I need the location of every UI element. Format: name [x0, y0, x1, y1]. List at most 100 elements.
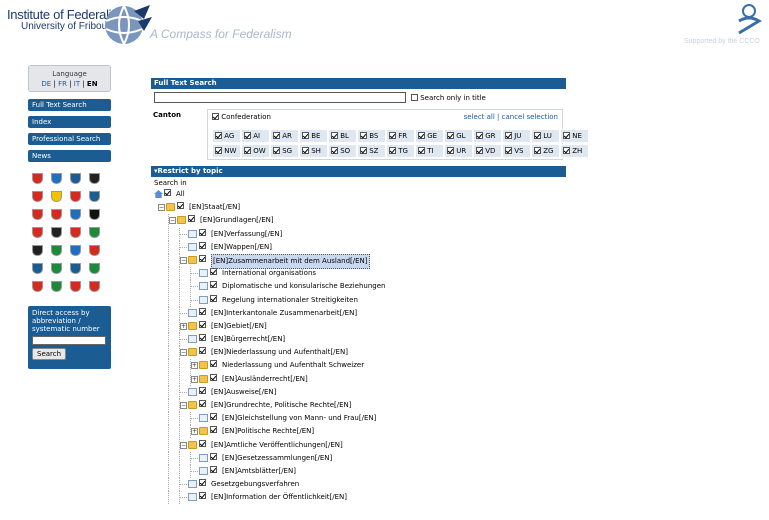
canton-checkbox[interactable]	[215, 147, 222, 154]
tree-node[interactable]: Diplomatische und konsularische Beziehun…	[151, 280, 566, 294]
canton-flag-icon[interactable]	[70, 227, 81, 238]
canton-flag-icon[interactable]	[51, 173, 62, 184]
tree-node[interactable]: [EN]Verfassung[/EN]	[151, 227, 566, 241]
canton-option-vd[interactable]: VD	[473, 144, 502, 158]
canton-checkbox[interactable]	[244, 147, 251, 154]
tree-node-label[interactable]: [EN]Politische Rechte[/EN]	[222, 425, 314, 438]
canton-flag-icon[interactable]	[51, 281, 62, 292]
tree-node[interactable]: [EN]Interkantonale Zusammenarbeit[/EN]	[151, 306, 566, 320]
canton-option-fr[interactable]: FR	[386, 129, 415, 143]
canton-checkbox[interactable]	[215, 132, 222, 139]
canton-checkbox[interactable]	[563, 147, 570, 154]
canton-flag-icon[interactable]	[32, 209, 43, 220]
canton-checkbox[interactable]	[505, 147, 512, 154]
tree-node-label[interactable]: Niederlassung und Aufenthalt Schweizer	[222, 359, 364, 372]
lang-en-link[interactable]: EN	[87, 80, 98, 88]
canton-option-ti[interactable]: TI	[415, 144, 444, 158]
canton-checkbox[interactable]	[447, 132, 454, 139]
collapse-toggle-icon[interactable]: −	[180, 402, 187, 409]
collapse-toggle-icon[interactable]: −	[158, 204, 165, 212]
tree-node-checkbox[interactable]	[188, 215, 195, 223]
canton-flag-icon[interactable]	[89, 263, 100, 274]
title-only-checkbox[interactable]	[411, 94, 418, 101]
tree-node-checkbox[interactable]	[199, 439, 206, 447]
canton-option-nw[interactable]: NW	[212, 144, 241, 158]
canton-option-ur[interactable]: UR	[444, 144, 473, 158]
lang-fr-link[interactable]: FR	[58, 80, 67, 88]
canton-checkbox[interactable]	[476, 132, 483, 139]
canton-checkbox[interactable]	[418, 147, 425, 154]
nav-index[interactable]: Index	[28, 116, 111, 128]
tree-node-label[interactable]: Gesetzgebungsverfahren	[211, 478, 299, 491]
canton-checkbox[interactable]	[447, 147, 454, 154]
tree-node-checkbox[interactable]	[210, 268, 217, 276]
tree-node[interactable]: [EN]Information der Öffentlichkeit[/EN]	[151, 491, 566, 505]
canton-flag-icon[interactable]	[51, 263, 62, 274]
tree-node-checkbox[interactable]	[177, 202, 184, 210]
canton-option-zg[interactable]: ZG	[531, 144, 560, 158]
canton-flag-icon[interactable]	[89, 281, 100, 292]
nav-professional-search[interactable]: Professional Search	[28, 133, 111, 145]
tree-node-label[interactable]: Diplomatische und konsularische Beziehun…	[222, 280, 385, 293]
canton-flag-icon[interactable]	[70, 245, 81, 256]
canton-flag-icon[interactable]	[51, 245, 62, 256]
tree-node-checkbox[interactable]	[199, 492, 206, 500]
canton-option-sz[interactable]: SZ	[357, 144, 386, 158]
tree-node-checkbox[interactable]	[199, 228, 206, 236]
canton-flag-icon[interactable]	[32, 263, 43, 274]
tree-node-label[interactable]: [EN]Niederlassung und Aufenthalt[/EN]	[211, 346, 348, 359]
nav-full-text-search[interactable]: Full Text Search	[28, 99, 111, 111]
canton-flag-icon[interactable]	[70, 191, 81, 202]
canton-option-ge[interactable]: GE	[415, 129, 444, 143]
tree-node-label[interactable]: [EN]Wappen[/EN]	[211, 241, 272, 254]
tree-node[interactable]: − [EN]Staat[/EN]	[151, 201, 566, 214]
tree-node-checkbox[interactable]	[199, 254, 206, 262]
tree-node-checkbox[interactable]	[210, 294, 217, 302]
tree-node[interactable]: Regelung internationaler Streitigkeiten	[151, 293, 566, 307]
tree-node-label[interactable]: [EN]Ausweise[/EN]	[211, 386, 276, 399]
tree-node-checkbox[interactable]	[210, 281, 217, 289]
tree-node[interactable]: − [EN]Zusammenarbeit mit dem Ausland[/EN]	[151, 253, 566, 269]
canton-checkbox[interactable]	[476, 147, 483, 154]
lang-de-link[interactable]: DE	[41, 80, 51, 88]
canton-option-so[interactable]: SO	[328, 144, 357, 158]
direct-search-button[interactable]: Search	[32, 348, 67, 360]
tree-node[interactable]: − [EN]Grundlagen[/EN]	[151, 214, 566, 228]
canton-checkbox[interactable]	[244, 132, 251, 139]
confederation-checkbox[interactable]	[212, 113, 219, 120]
canton-flag-icon[interactable]	[89, 191, 100, 202]
restrict-topic-bar[interactable]: ▾Restrict by topic	[151, 166, 566, 177]
tree-node-label[interactable]: [EN]Gleichstellung von Mann- und Frau[/E…	[222, 412, 376, 425]
tree-node[interactable]: [EN]Amtsblätter[/EN]	[151, 464, 566, 478]
canton-flag-icon[interactable]	[70, 281, 81, 292]
tree-node[interactable]: − [EN]Amtliche Veröffentlichungen[/EN]	[151, 438, 566, 452]
canton-checkbox[interactable]	[418, 132, 425, 139]
canton-option-vs[interactable]: VS	[502, 144, 531, 158]
select-all-link[interactable]: select all	[464, 113, 495, 121]
tree-node-label[interactable]: [EN]Interkantonale Zusammenarbeit[/EN]	[211, 307, 357, 320]
canton-option-sh[interactable]: SH	[299, 144, 328, 158]
tree-node-checkbox[interactable]	[164, 189, 171, 196]
canton-option-gr[interactable]: GR	[473, 129, 502, 143]
tree-node[interactable]: [EN]Bürgerrecht[/EN]	[151, 333, 566, 347]
collapse-toggle-icon[interactable]: −	[180, 441, 187, 449]
tree-node[interactable]: + [EN]Politische Rechte[/EN]	[151, 425, 566, 439]
canton-flag-icon[interactable]	[32, 191, 43, 202]
tree-node-checkbox[interactable]	[199, 241, 206, 249]
tree-node-label[interactable]: [EN]Verfassung[/EN]	[211, 228, 282, 241]
canton-checkbox[interactable]	[273, 147, 280, 154]
tree-node-checkbox[interactable]	[210, 373, 217, 381]
canton-flag-icon[interactable]	[51, 209, 62, 220]
search-input[interactable]	[154, 92, 406, 103]
canton-flag-icon[interactable]	[70, 263, 81, 274]
canton-flag-icon[interactable]	[51, 191, 62, 202]
tree-node-checkbox[interactable]	[210, 465, 217, 473]
tree-node-label[interactable]: [EN]Gebiet[/EN]	[211, 320, 267, 333]
tree-node-label[interactable]: [EN]Amtliche Veröffentlichungen[/EN]	[211, 439, 343, 452]
canton-option-be[interactable]: BE	[299, 129, 328, 143]
tree-node[interactable]: Gesetzgebungsverfahren	[151, 478, 566, 492]
tree-node-label[interactable]: [EN]Grundlagen[/EN]	[200, 214, 274, 227]
canton-flag-icon[interactable]	[32, 281, 43, 292]
canton-option-ne[interactable]: NE	[560, 129, 589, 143]
canton-option-ow[interactable]: OW	[241, 144, 270, 158]
